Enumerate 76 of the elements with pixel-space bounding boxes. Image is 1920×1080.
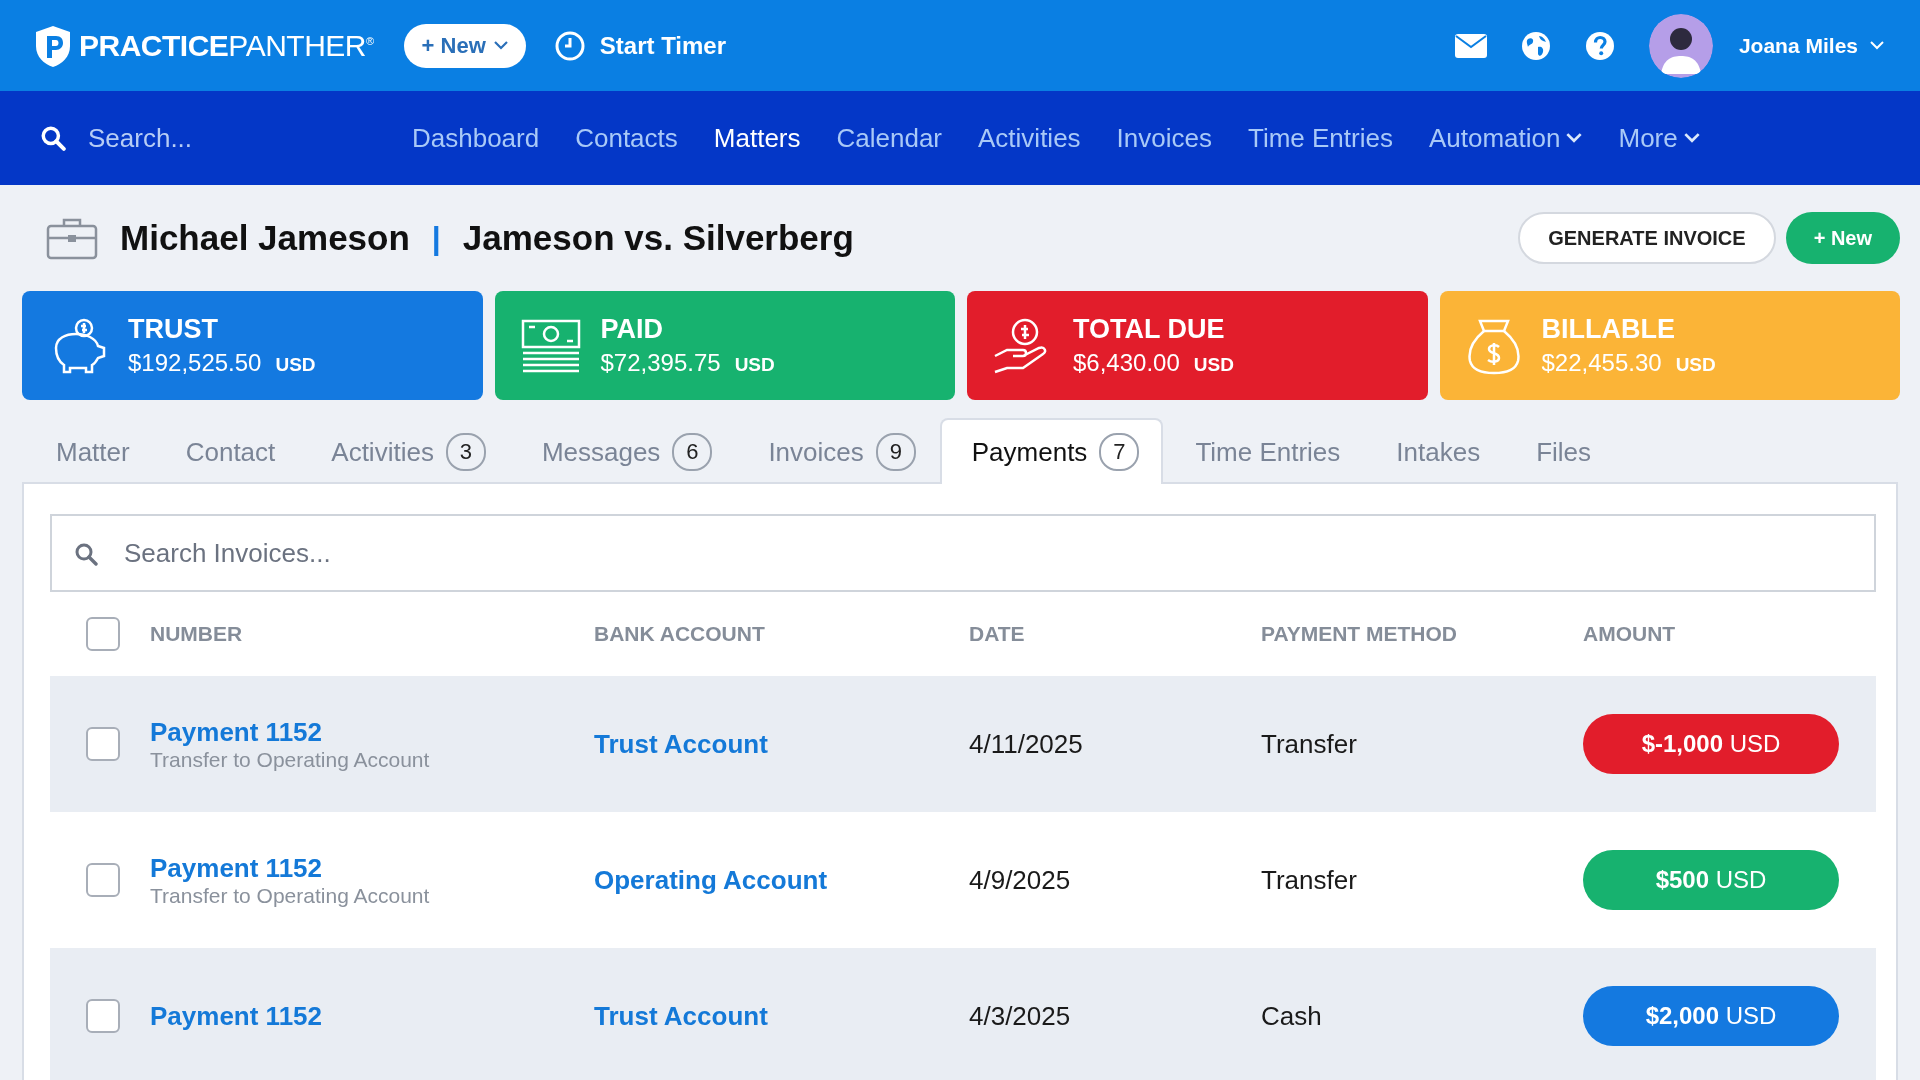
title-separator: | [431, 219, 441, 257]
bank-account-link[interactable]: Trust Account [594, 1000, 768, 1031]
logo[interactable]: PRACTICEPANTHER$^{®}$ [33, 23, 374, 68]
checkbox[interactable] [86, 727, 120, 761]
chevron-down-icon [493, 41, 508, 50]
nav-link[interactable]: Activities [978, 122, 1081, 154]
tab[interactable]: Contact [153, 418, 300, 484]
generate-invoice-button[interactable]: GENERATE INVOICE [1518, 212, 1776, 264]
checkbox[interactable] [86, 617, 120, 651]
date-cell: 4/11/2025 [969, 728, 1083, 759]
amount-badge: $2,000 USD [1583, 986, 1839, 1046]
payment-note: Transfer to Operating Account [150, 883, 430, 908]
payment-note: Transfer to Operating Account [150, 747, 430, 772]
count-badge: 9 [875, 433, 916, 471]
date-cell: 4/9/2025 [969, 864, 1071, 895]
tab[interactable]: Time Entries [1163, 418, 1365, 484]
payment-link[interactable]: Payment 1152 [150, 1000, 322, 1032]
shield-logo-icon [33, 23, 73, 68]
method-cell: Transfer [1261, 728, 1357, 759]
nav-link[interactable]: Time Entries [1248, 122, 1393, 154]
card-amount: $22,455.30 USD [1541, 349, 1716, 377]
card-amount: $192,525.50 USD [128, 349, 316, 377]
clock-icon [553, 29, 586, 62]
checkbox[interactable] [86, 863, 120, 897]
column-header: AMOUNT [1583, 622, 1676, 645]
nav-link[interactable]: Automation [1428, 122, 1583, 154]
column-header: BANK ACCOUNT [594, 622, 765, 645]
payment-link[interactable]: Payment 1152 [150, 716, 322, 748]
tab[interactable]: Matter [24, 418, 154, 484]
tab[interactable]: Payments 7 [939, 418, 1164, 484]
amount-badge: $-1,000 USD [1583, 714, 1839, 774]
nav-link[interactable]: Calendar [836, 122, 942, 154]
new-button[interactable]: + New [1785, 212, 1900, 264]
amount-badge: $500 USD [1583, 850, 1839, 910]
card-title: PAID [600, 314, 663, 345]
chevron-down-icon [1870, 41, 1884, 50]
user-menu[interactable]: Joana Miles [1732, 32, 1890, 59]
card-amount: $6,430.00 USD [1073, 349, 1234, 377]
nav-link[interactable]: Matters [713, 122, 801, 154]
method-cell: Transfer [1261, 864, 1357, 895]
payment-link[interactable]: Payment 1152 [150, 852, 322, 884]
logo-text: PRACTICEPANTHER$^{®}$ [79, 28, 374, 63]
card-title: TRUST [128, 314, 218, 345]
briefcase-icon [46, 216, 98, 260]
count-badge: 7 [1099, 433, 1140, 471]
card-title: BILLABLE [1541, 314, 1675, 345]
date-cell: 4/3/2025 [969, 1000, 1071, 1031]
column-header: DATE [969, 622, 1025, 645]
help-icon[interactable] [1584, 30, 1615, 61]
search-field[interactable]: Search... [86, 121, 350, 155]
method-cell: Cash [1261, 1000, 1322, 1031]
nav-link[interactable]: More [1618, 122, 1700, 154]
matter-name: Jameson vs. Silverberg [462, 218, 854, 258]
start-timer-button[interactable]: Start Timer [547, 28, 733, 63]
column-header: PAYMENT METHOD [1261, 622, 1457, 645]
bank-account-link[interactable]: Operating Account [594, 864, 828, 895]
checkbox[interactable] [86, 999, 120, 1033]
column-header: NUMBER [150, 622, 243, 645]
count-badge: 6 [672, 433, 713, 471]
search-icon [40, 125, 66, 151]
card-title: TOTAL DUE [1073, 314, 1225, 345]
nav-link[interactable]: Invoices [1116, 122, 1212, 154]
avatar[interactable] [1648, 13, 1713, 78]
cash-icon [520, 318, 581, 373]
nav-link[interactable]: Contacts [575, 122, 678, 154]
bank-account-link[interactable]: Trust Account [594, 728, 768, 759]
globe-icon[interactable] [1520, 30, 1551, 61]
mail-icon[interactable] [1454, 33, 1487, 58]
search-field[interactable]: Search Invoices... [50, 514, 1876, 592]
client-name: Michael Jameson [120, 218, 410, 258]
new-button[interactable]: + New [403, 23, 526, 68]
tab[interactable]: Files [1504, 418, 1616, 484]
nav-link[interactable]: Dashboard [412, 122, 540, 154]
tab[interactable]: Intakes [1364, 418, 1505, 484]
count-badge: 3 [445, 433, 486, 471]
card-amount: $72,395.75 USD [600, 349, 775, 377]
